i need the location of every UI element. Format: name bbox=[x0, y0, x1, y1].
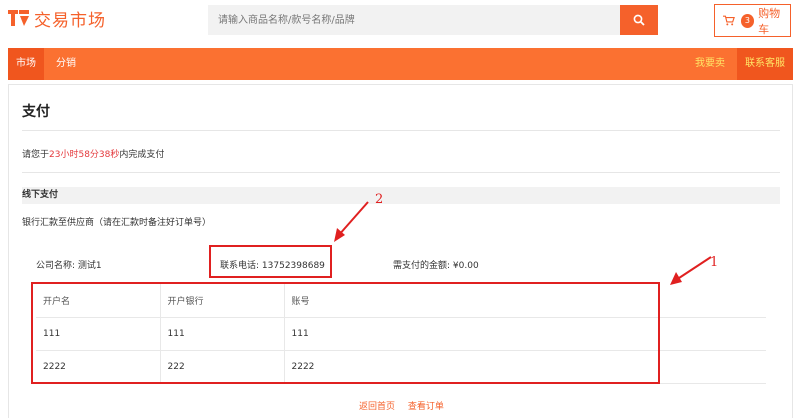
search-bar bbox=[208, 5, 658, 35]
top-bar: 交易市场 3 购物车 bbox=[0, 0, 800, 44]
divider bbox=[22, 172, 780, 173]
search-button[interactable] bbox=[620, 5, 658, 35]
annotation-arrow-1 bbox=[670, 256, 712, 285]
nav-item-distribution[interactable]: 分销 bbox=[48, 48, 84, 80]
annotation-arrow-2 bbox=[334, 201, 369, 242]
company-value: 测试1 bbox=[77, 261, 102, 271]
cart-button[interactable]: 3 购物车 bbox=[714, 4, 791, 37]
payment-countdown: 请您于23小时58分38秒内完成支付 bbox=[22, 147, 164, 160]
countdown-prefix: 请您于 bbox=[22, 150, 50, 160]
nav-service-link[interactable]: 联系客服 bbox=[737, 48, 793, 80]
annotation-number-1: 1 bbox=[710, 255, 719, 270]
logo[interactable]: 交易市场 bbox=[8, 7, 106, 31]
offline-payment-header: 线下支付 bbox=[22, 187, 780, 204]
divider bbox=[22, 130, 780, 131]
amount-info: 需支付的金额: ¥0.00 bbox=[393, 258, 479, 271]
view-order-link[interactable]: 查看订单 bbox=[408, 402, 444, 412]
search-icon bbox=[633, 14, 645, 26]
search-input[interactable] bbox=[208, 5, 620, 35]
countdown-suffix: 内完成支付 bbox=[119, 150, 165, 160]
company-info: 公司名称: 测试1 bbox=[36, 258, 102, 271]
back-home-link[interactable]: 返回首页 bbox=[359, 402, 395, 412]
countdown-time: 23小时58分38秒 bbox=[49, 150, 120, 160]
logo-text: 交易市场 bbox=[34, 10, 106, 31]
cart-label: 购物车 bbox=[758, 6, 781, 36]
page-title: 支付 bbox=[22, 104, 50, 120]
cart-count-badge: 3 bbox=[740, 13, 755, 28]
main-nav: 市场 分销 我要卖 联系客服 bbox=[8, 48, 793, 80]
nav-sell-link[interactable]: 我要卖 bbox=[695, 48, 725, 80]
cart-icon bbox=[723, 15, 735, 26]
annotation-box-2 bbox=[209, 245, 332, 278]
annotation-number-2: 2 bbox=[375, 192, 384, 207]
footer-links: 返回首页 查看订单 bbox=[359, 399, 454, 412]
company-label: 公司名称: bbox=[36, 261, 76, 271]
logo-icon bbox=[8, 10, 29, 26]
nav-item-market[interactable]: 市场 bbox=[8, 48, 44, 80]
amount-value: ¥0.00 bbox=[452, 261, 479, 271]
amount-label: 需支付的金额: bbox=[393, 261, 451, 271]
bank-transfer-note: 银行汇款至供应商（请在汇款时备注好订单号） bbox=[22, 218, 212, 228]
annotation-box-1 bbox=[31, 282, 660, 384]
